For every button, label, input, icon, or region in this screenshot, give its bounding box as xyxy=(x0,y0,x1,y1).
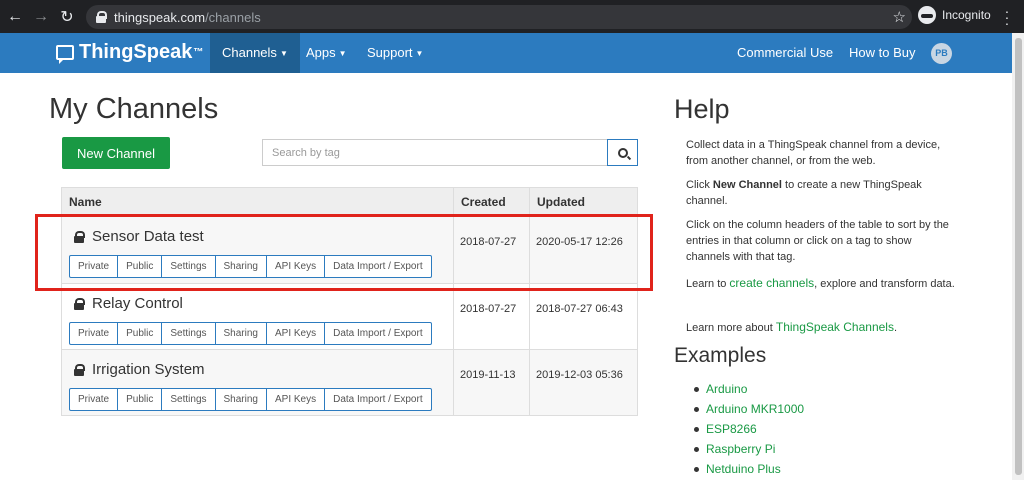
example-link-esp8266[interactable]: ESP8266 xyxy=(706,422,757,436)
help-text-sort: Click on the column headers of the table… xyxy=(686,219,949,263)
help-text-learn-more: Learn more about ThingSpeak Channels. xyxy=(686,319,956,336)
page-title: My Channels xyxy=(49,93,219,125)
column-header-name[interactable]: Name xyxy=(62,188,453,216)
sharing-button[interactable]: Sharing xyxy=(214,322,267,345)
channel-name-cell: Irrigation System Private Public Setting… xyxy=(62,350,453,415)
help-text-new-channel: Click New Channel to create a new ThingS… xyxy=(686,177,956,209)
examples-list: Arduino Arduino MKR1000 ESP8266 Raspberr… xyxy=(694,379,804,479)
public-view-button[interactable]: Public xyxy=(117,388,163,411)
address-bar[interactable]: thingspeak.com/channels ☆ xyxy=(86,5,912,29)
browser-menu-icon[interactable]: · · · xyxy=(1003,4,1011,30)
column-header-created[interactable]: Created xyxy=(453,188,529,216)
help-text-fragment: Learn more about xyxy=(686,322,776,334)
help-text-learn: Learn to create channels, explore and tr… xyxy=(686,275,956,292)
channel-title[interactable]: Relay Control xyxy=(92,295,183,312)
scrollbar-thumb[interactable] xyxy=(1015,38,1022,475)
created-date: 2019-11-13 xyxy=(453,350,529,415)
thingspeak-channels-link[interactable]: ThingSpeak Channels xyxy=(776,320,894,334)
site-navbar: ThingSpeak ™ Channels ▼ Apps ▼ Support ▼ Com… xyxy=(0,33,1012,73)
help-text-fragment: Learn to xyxy=(686,278,730,290)
nav-support-label: Support xyxy=(367,45,413,60)
column-header-updated[interactable]: Updated xyxy=(529,188,637,216)
public-view-button[interactable]: Public xyxy=(117,322,163,345)
bullet-icon xyxy=(694,386,699,392)
brand-name: ThingSpeak xyxy=(79,41,193,63)
examples-title: Examples xyxy=(674,344,767,367)
lock-icon xyxy=(74,364,85,376)
chevron-down-icon: ▼ xyxy=(338,48,347,58)
nav-how-to-buy[interactable]: How to Buy xyxy=(849,33,915,73)
help-title: Help xyxy=(674,94,730,124)
back-icon[interactable]: ← xyxy=(4,6,26,28)
brand-trademark: ™ xyxy=(193,47,204,58)
nav-apps-label: Apps xyxy=(306,45,336,60)
channel-name-cell: Relay Control Private Public Settings Sh… xyxy=(62,284,453,349)
url-host: thingspeak.com xyxy=(114,9,206,25)
highlight-box xyxy=(35,214,653,291)
new-channel-mention: New Channel xyxy=(712,179,782,191)
lock-icon xyxy=(74,298,85,310)
table-row: Irrigation System Private Public Setting… xyxy=(62,349,637,415)
list-item: ESP8266 xyxy=(694,419,804,439)
updated-date: 2018-07-27 06:43 xyxy=(529,284,637,349)
private-view-button[interactable]: Private xyxy=(69,322,119,345)
settings-button[interactable]: Settings xyxy=(161,388,216,411)
channel-actions: Private Public Settings Sharing API Keys… xyxy=(69,322,432,345)
chat-bubble-icon xyxy=(56,45,74,64)
tag-search xyxy=(262,139,638,166)
search-input[interactable] xyxy=(262,139,607,166)
example-link-arduino[interactable]: Arduino xyxy=(706,382,747,396)
help-text-fragment: . xyxy=(893,322,898,334)
nav-apps[interactable]: Apps ▼ xyxy=(306,33,347,73)
bullet-icon xyxy=(694,466,699,472)
chevron-down-icon: ▼ xyxy=(279,48,288,58)
brand-logo[interactable]: ThingSpeak ™ xyxy=(56,41,203,64)
help-text-collect: Collect data in a ThingSpeak channel fro… xyxy=(686,139,941,167)
incognito-icon xyxy=(918,6,936,24)
create-channels-link[interactable]: create channels xyxy=(729,276,814,290)
incognito-label: Incognito xyxy=(942,8,991,22)
updated-date: 2019-12-03 05:36 xyxy=(529,350,637,415)
list-item: Arduino MKR1000 xyxy=(694,399,804,419)
new-channel-button[interactable]: New Channel xyxy=(62,137,170,169)
channel-actions: Private Public Settings Sharing API Keys… xyxy=(69,388,432,411)
data-import-export-button[interactable]: Data Import / Export xyxy=(324,388,432,411)
incognito-indicator[interactable]: Incognito xyxy=(918,6,991,24)
api-keys-button[interactable]: API Keys xyxy=(265,388,326,411)
nav-channels[interactable]: Channels ▼ xyxy=(210,33,300,73)
data-import-export-button[interactable]: Data Import / Export xyxy=(324,322,432,345)
list-item: Raspberry Pi xyxy=(694,439,804,459)
table-header: Name Created Updated xyxy=(62,188,637,217)
help-text-fragment: Click xyxy=(686,179,713,191)
avatar[interactable]: PB xyxy=(931,43,952,64)
chevron-down-icon: ▼ xyxy=(415,48,424,58)
url-path: /channels xyxy=(205,9,261,25)
example-link-raspberry-pi[interactable]: Raspberry Pi xyxy=(706,442,775,456)
api-keys-button[interactable]: API Keys xyxy=(265,322,326,345)
channel-title[interactable]: Irrigation System xyxy=(92,361,205,378)
example-link-arduino-mkr1000[interactable]: Arduino MKR1000 xyxy=(706,402,804,416)
lock-icon xyxy=(96,11,107,23)
forward-icon[interactable]: → xyxy=(30,6,52,28)
search-icon xyxy=(617,147,628,158)
nav-commercial-use[interactable]: Commercial Use xyxy=(737,33,833,73)
list-item: Netduino Plus xyxy=(694,459,804,479)
bullet-icon xyxy=(694,406,699,412)
private-view-button[interactable]: Private xyxy=(69,388,119,411)
reload-icon[interactable]: ↻ xyxy=(56,6,78,28)
sharing-button[interactable]: Sharing xyxy=(214,388,267,411)
created-date: 2018-07-27 xyxy=(453,284,529,349)
settings-button[interactable]: Settings xyxy=(161,322,216,345)
bullet-icon xyxy=(694,446,699,452)
example-link-netduino-plus[interactable]: Netduino Plus xyxy=(706,462,781,476)
browser-toolbar: ← → ↻ thingspeak.com/channels ☆ Incognit… xyxy=(0,0,1024,33)
nav-support[interactable]: Support ▼ xyxy=(367,33,423,73)
table-row: Relay Control Private Public Settings Sh… xyxy=(62,283,637,349)
nav-channels-label: Channels xyxy=(222,45,277,60)
search-button[interactable] xyxy=(607,139,638,166)
bookmark-star-icon[interactable]: ☆ xyxy=(893,8,906,26)
bullet-icon xyxy=(694,426,699,432)
list-item: Arduino xyxy=(694,379,804,399)
help-text-fragment: , explore and transform data. xyxy=(814,278,955,290)
